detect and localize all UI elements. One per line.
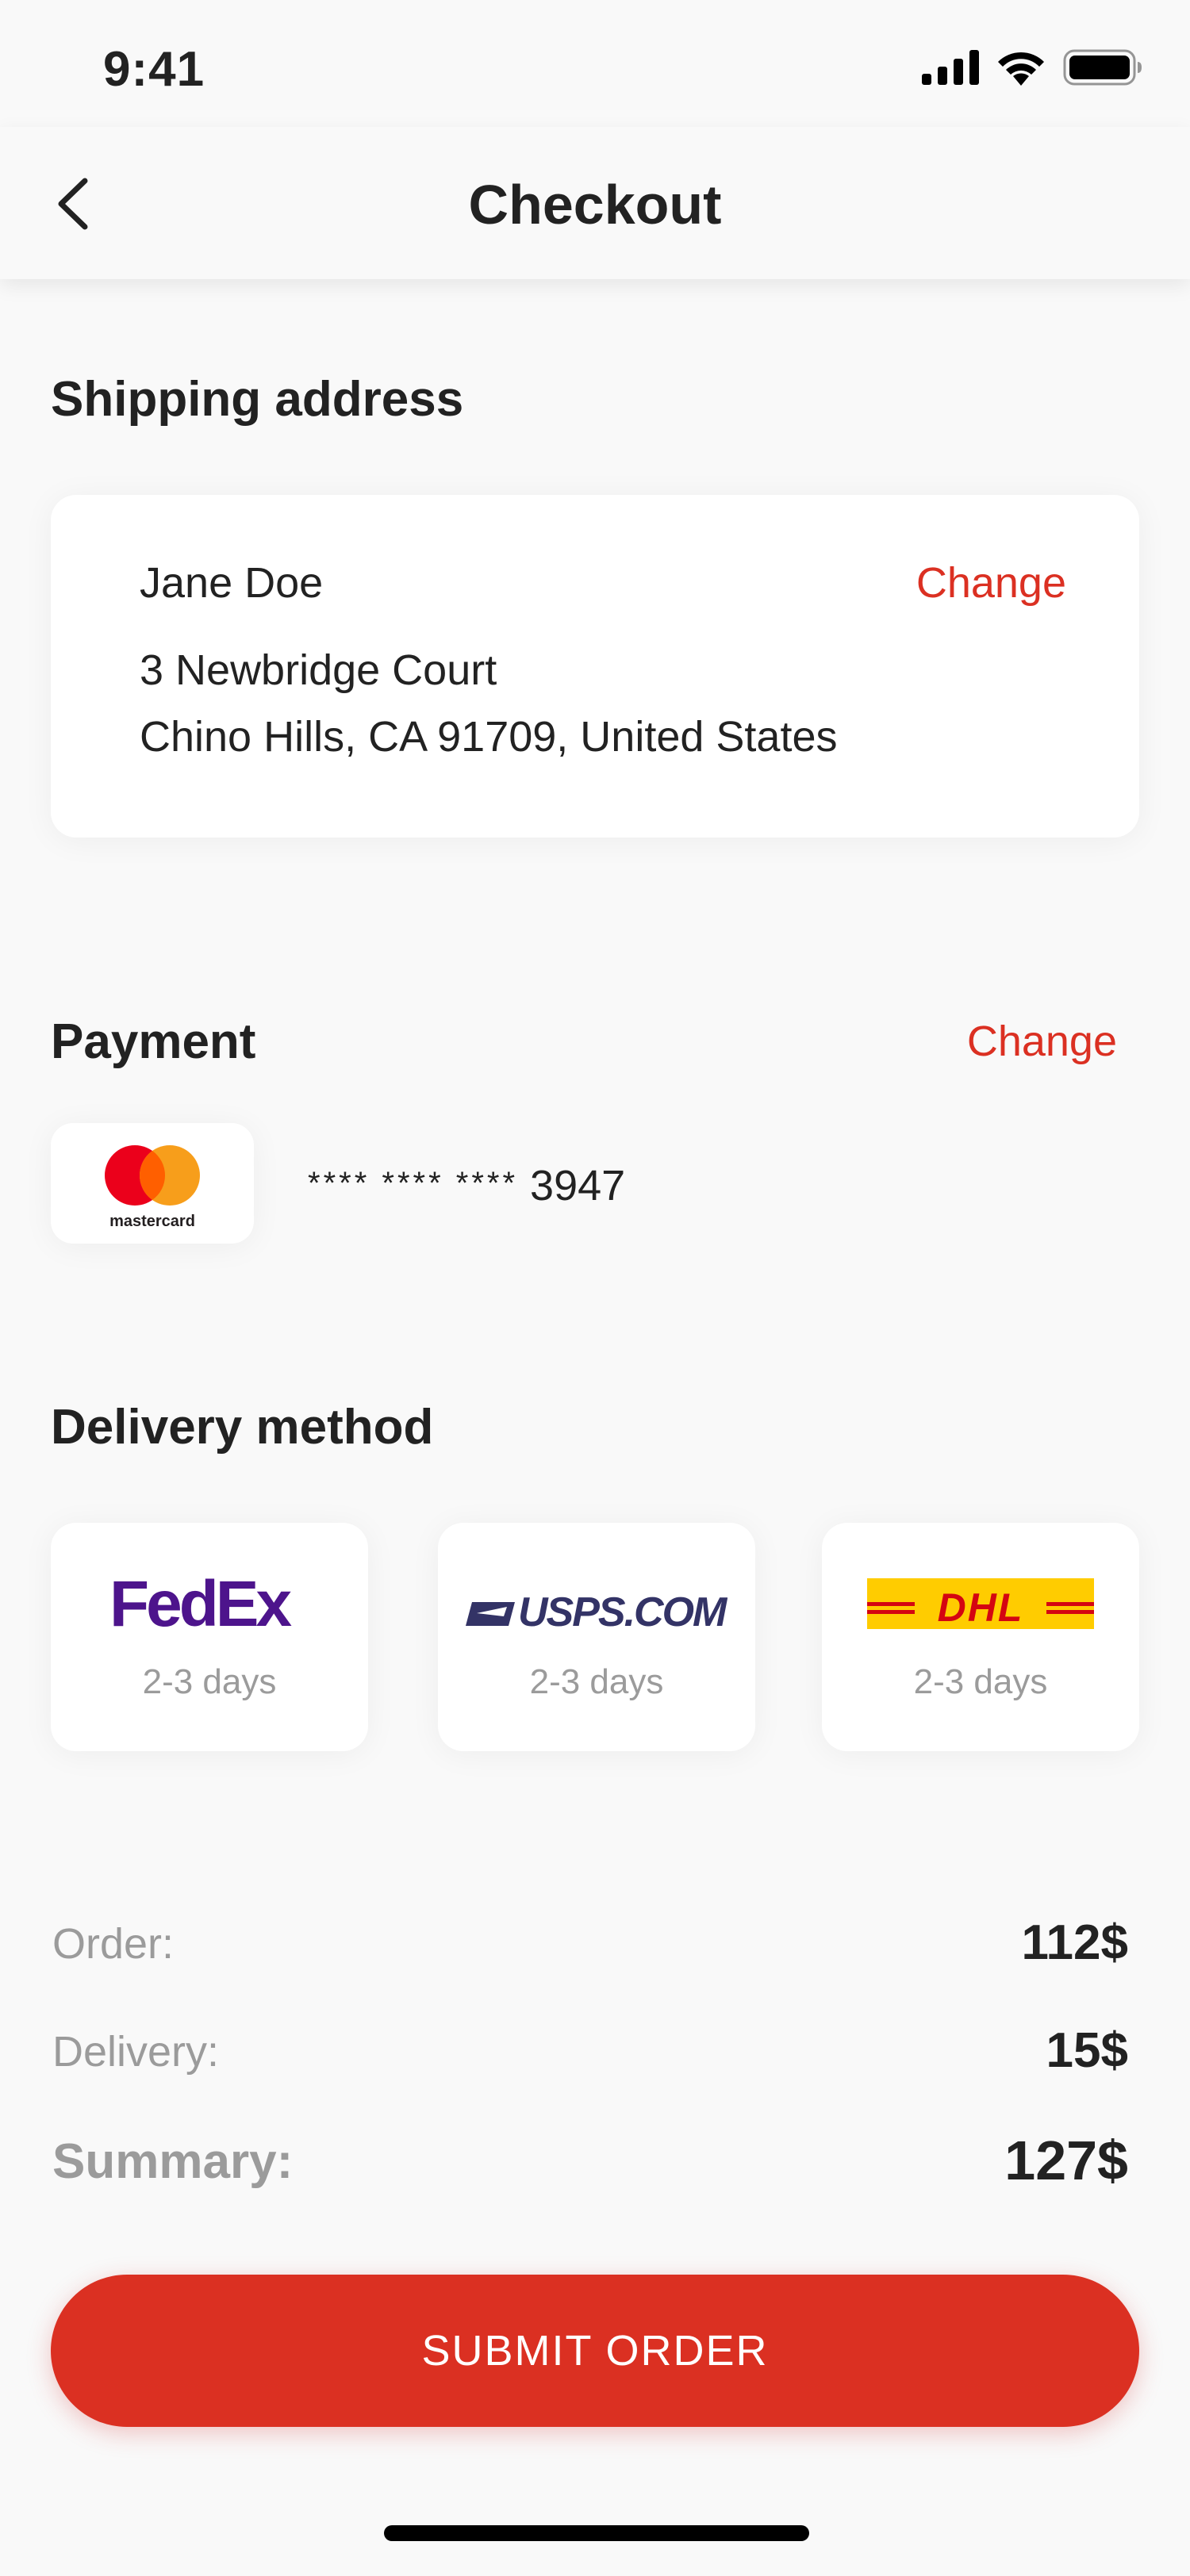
- dhl-logo: DHL: [822, 1574, 1139, 1637]
- home-indicator: [384, 2525, 809, 2541]
- shipping-address-card[interactable]: Jane Doe Change 3 Newbridge Court Chino …: [51, 495, 1139, 838]
- card-number: **** **** **** 3947: [308, 1161, 625, 1210]
- delivery-value: 15$: [1046, 2023, 1128, 2078]
- usps-logo: USPS.COM: [438, 1574, 755, 1637]
- page-title: Checkout: [468, 174, 722, 236]
- battery-icon: [1063, 49, 1142, 86]
- payment-section-title: Payment: [51, 1014, 256, 1069]
- delivery-days-fedex: 2-3 days: [142, 1662, 277, 1701]
- status-time: 9:41: [103, 42, 205, 97]
- address-line-1: 3 Newbridge Court: [140, 646, 497, 694]
- order-value: 112$: [1021, 1915, 1128, 1970]
- delivery-option-fedex[interactable]: FedEx 2-3 days: [51, 1523, 368, 1751]
- status-icons: [922, 49, 1142, 86]
- card-last4: 3947: [530, 1162, 626, 1209]
- delivery-option-usps[interactable]: USPS.COM 2-3 days: [438, 1523, 755, 1751]
- mastercard-wordmark: mastercard: [109, 1213, 195, 1230]
- usps-wordmark: USPS.COM: [518, 1589, 727, 1635]
- change-address-link[interactable]: Change: [916, 558, 1066, 608]
- delivery-section-title: Delivery method: [51, 1400, 434, 1455]
- recipient-name: Jane Doe: [140, 559, 324, 607]
- order-label: Order:: [52, 1920, 175, 1968]
- fedex-wordmark: FedEx: [109, 1574, 291, 1637]
- card-mask: **** **** ****: [308, 1166, 519, 1201]
- delivery-days-usps: 2-3 days: [529, 1662, 664, 1701]
- wifi-icon: [998, 52, 1044, 86]
- mastercard-logo-card: mastercard: [51, 1123, 254, 1244]
- status-bar: 9:41: [0, 0, 1190, 127]
- fedex-logo: FedEx: [51, 1574, 368, 1637]
- dhl-wordmark: DHL: [938, 1585, 1024, 1630]
- shipping-section-title: Shipping address: [51, 372, 464, 427]
- delivery-label: Delivery:: [52, 2028, 220, 2076]
- address-line-2: Chino Hills, CA 91709, United States: [140, 713, 838, 761]
- summary-value: 127$: [1004, 2129, 1128, 2191]
- header: Checkout: [0, 127, 1190, 279]
- delivery-days-dhl: 2-3 days: [913, 1662, 1048, 1701]
- summary-label: Summary:: [52, 2134, 294, 2189]
- submit-order-button[interactable]: SUBMIT ORDER: [51, 2275, 1139, 2427]
- delivery-option-dhl[interactable]: DHL 2-3 days: [822, 1523, 1139, 1751]
- change-payment-link[interactable]: Change: [967, 1017, 1117, 1066]
- mastercard-logo: mastercard: [105, 1145, 200, 1230]
- signal-icon: [922, 50, 979, 85]
